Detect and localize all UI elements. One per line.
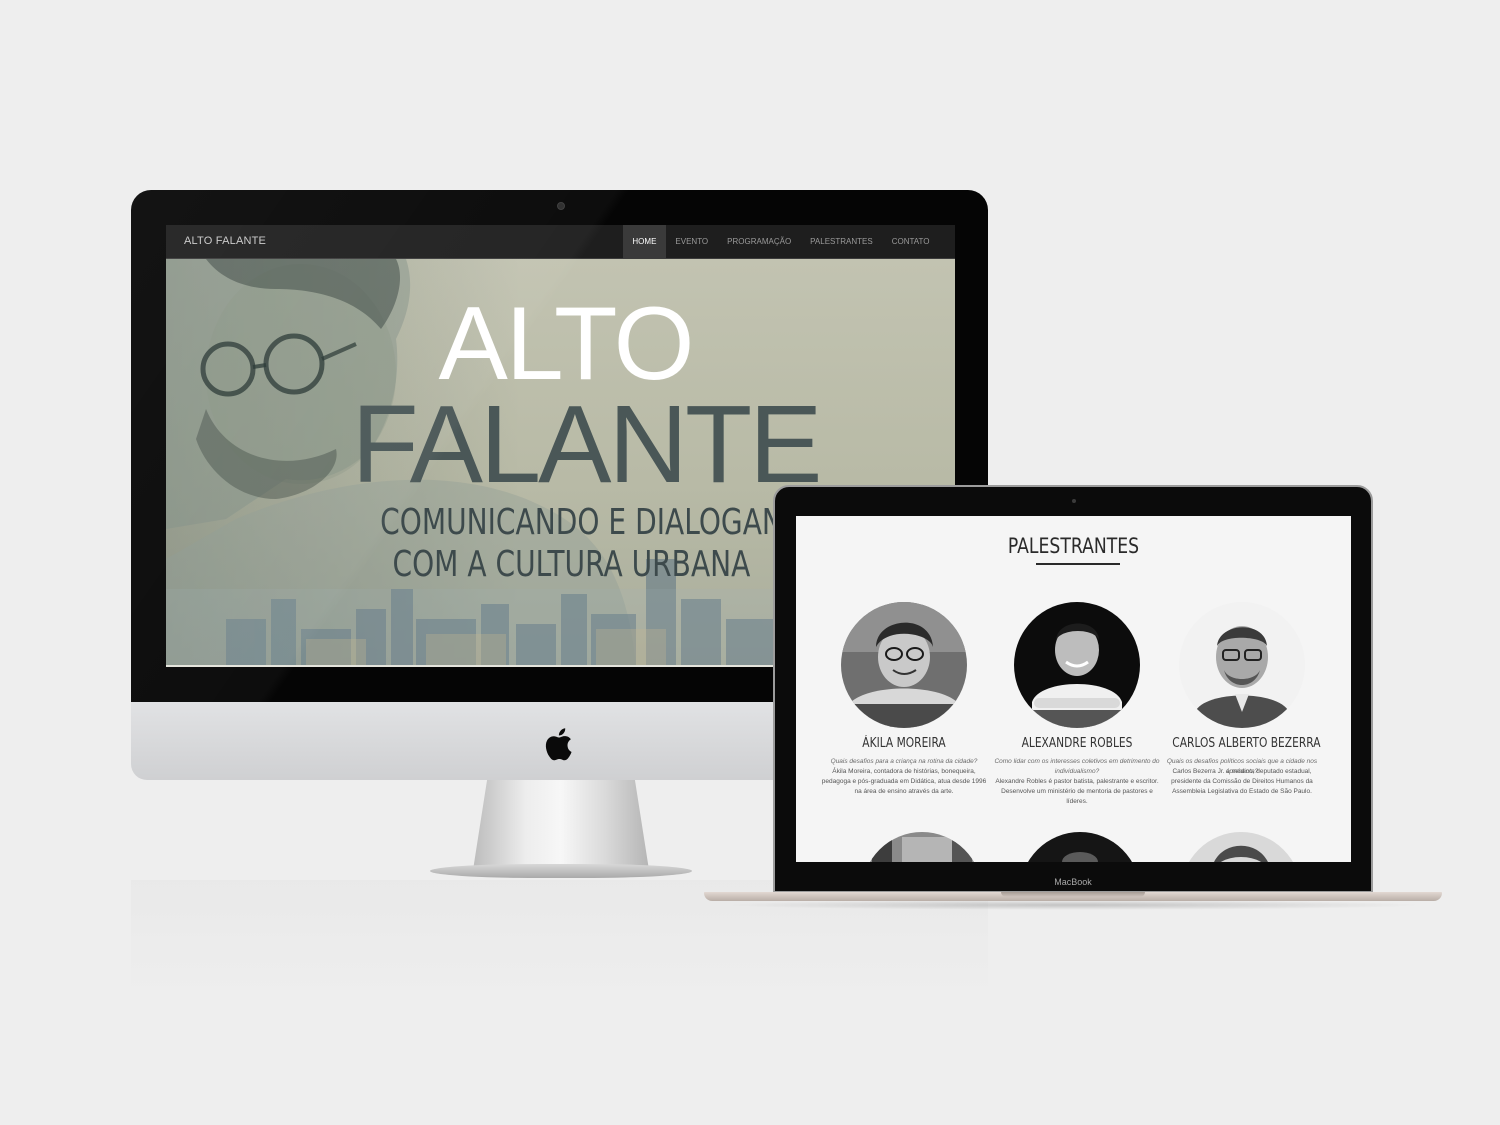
- macbook-label: MacBook: [1054, 877, 1092, 887]
- speaker-photo[interactable]: [1014, 602, 1140, 728]
- macbook-lid: PALESTRANTES ÁKILA MOREIRA Quais desafio…: [773, 485, 1373, 893]
- camera-dot-icon: [557, 202, 565, 210]
- site-brand[interactable]: ALTO FALANTE: [184, 225, 266, 258]
- section-title: PALESTRANTES: [1007, 534, 1140, 558]
- speaker-photo[interactable]: [1179, 602, 1305, 728]
- camera-dot-icon: [1072, 499, 1076, 503]
- speaker-photo-partial[interactable]: [862, 832, 982, 862]
- speaker-bio: Ákila Moreira, contadora de histórias, b…: [821, 768, 987, 795]
- speaker-name: ÁKILA MOREIRA: [862, 736, 946, 751]
- speaker-photo[interactable]: [841, 602, 967, 728]
- imac-stand-foot: [430, 864, 692, 878]
- macbook-notch: [1001, 892, 1145, 897]
- speaker-photo-partial[interactable]: [1181, 832, 1301, 862]
- nav-item-programacao[interactable]: PROGRAMAÇÃO: [718, 225, 801, 258]
- nav-item-contato[interactable]: CONTATO: [882, 225, 939, 258]
- imac-stand: [473, 780, 649, 870]
- speaker-photo-partial[interactable]: [1020, 832, 1140, 862]
- title-underline: [1036, 563, 1120, 565]
- speaker-bio: Carlos Bezerra Jr. é médico, deputado es…: [1171, 768, 1313, 795]
- speaker-name: ALEXANDRE ROBLES: [1021, 736, 1133, 751]
- nav-menu: HOME EVENTO PROGRAMAÇÃO PALESTRANTES CON…: [622, 225, 939, 258]
- nav-item-evento[interactable]: EVENTO: [666, 225, 718, 258]
- macbook-shadow: [720, 900, 1426, 910]
- speaker-name: CARLOS ALBERTO BEZERRA: [1172, 736, 1321, 751]
- macbook-screen: PALESTRANTES ÁKILA MOREIRA Quais desafio…: [796, 516, 1351, 862]
- site-navbar: ALTO FALANTE HOME EVENTO PROGRAMAÇÃO PAL…: [166, 225, 955, 259]
- apple-logo-icon: [545, 728, 572, 761]
- speaker-question: Quais desafios para a criança na rotina …: [830, 758, 978, 765]
- speaker-question: Como lidar com os interesses coletivos e…: [994, 758, 1160, 775]
- nav-item-palestrantes[interactable]: PALESTRANTES: [801, 225, 883, 258]
- nav-item-home[interactable]: HOME: [622, 225, 666, 258]
- speaker-bio: Alexandre Robles é pastor batista, pales…: [995, 778, 1159, 805]
